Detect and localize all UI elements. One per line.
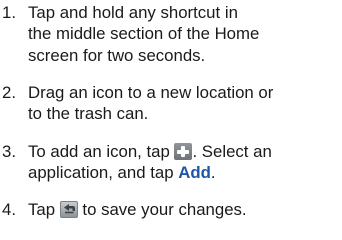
step-text-line: application, and tap Add.	[28, 162, 338, 183]
step-text: Tap and hold any shortcut in the middle …	[28, 2, 338, 66]
step-text: To add an icon, tap . Select an applicat…	[28, 141, 338, 184]
step-number: 1.	[2, 3, 16, 22]
step-text-line: the middle section of the Home	[28, 24, 260, 44]
step-text-line: to the trash can.	[28, 104, 149, 124]
step-text-line: screen for two seconds.	[28, 45, 206, 65]
step-text-line: Tap to save your changes.	[28, 199, 338, 220]
step-text-fragment: Tap	[28, 200, 56, 219]
step-text-fragment: .	[210, 163, 216, 183]
save-back-arrow-icon	[59, 201, 78, 218]
step-text-line: Drag an icon to a new location or	[28, 83, 274, 102]
step-number: 3.	[2, 142, 16, 161]
step-text-line: To add an icon, tap . Select an	[28, 141, 338, 162]
step-text: Tap to save your changes.	[28, 199, 338, 220]
add-link[interactable]: Add	[178, 163, 211, 182]
step-text-line: Tap and hold any shortcut in	[28, 3, 238, 22]
step-number: 4.	[2, 200, 16, 219]
step-text-fragment: to save your changes.	[82, 200, 247, 219]
instruction-list: 1. Tap and hold any shortcut in the midd…	[0, 0, 342, 240]
step-text-fragment: application, and tap	[28, 163, 174, 183]
step-number: 2.	[2, 83, 16, 102]
step-text-fragment: . Select an	[192, 142, 272, 161]
step-text: Drag an icon to a new location or to the…	[28, 82, 338, 125]
add-plus-icon	[174, 143, 193, 160]
step-text-fragment: To add an icon, tap	[28, 142, 170, 161]
